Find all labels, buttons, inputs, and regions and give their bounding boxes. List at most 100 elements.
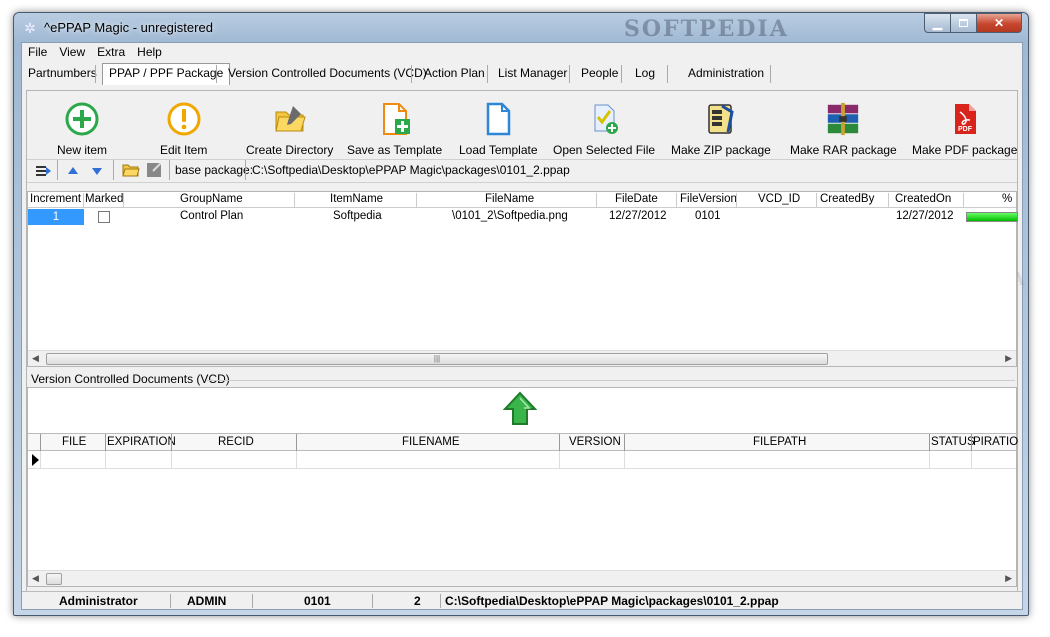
column-filepath[interactable]: FILEPATH [753, 436, 806, 448]
document-plus-icon [377, 101, 413, 137]
expand-arrow-icon[interactable] [35, 163, 53, 182]
tab-separator [569, 65, 570, 83]
column-separator [83, 193, 84, 207]
tab-action-plan[interactable]: Action Plan [418, 64, 491, 84]
edit-item-button[interactable]: Edit Item [160, 101, 207, 157]
tab-list-manager[interactable]: List Manager [492, 64, 573, 84]
column-increment[interactable]: Increment [30, 193, 81, 205]
save-disk-icon[interactable] [147, 162, 162, 180]
save-as-template-button[interactable]: Save as Template [347, 101, 442, 157]
menu-view[interactable]: View [53, 43, 91, 61]
softpedia-watermark: SOFTPEDIA [624, 16, 789, 42]
new-item-button[interactable]: New item [57, 101, 107, 157]
scroll-right-icon[interactable]: ▶ [1005, 353, 1012, 364]
vcd-section-title: Version Controlled Documents (VCD) [31, 372, 230, 386]
tab-ppap-package[interactable]: PPAP / PPF Package [102, 63, 231, 85]
make-zip-label: Make ZIP package [671, 143, 771, 157]
cell-itemname[interactable]: Softpedia [333, 210, 382, 222]
column-filename-vcd[interactable]: FILENAME [402, 436, 460, 448]
load-template-button[interactable]: Load Template [459, 101, 538, 157]
column-separator [559, 434, 560, 451]
cell-separator [296, 451, 297, 469]
scroll-thumb[interactable]: ||| [46, 353, 828, 365]
strip-separator [113, 160, 114, 180]
cell-increment[interactable]: 1 [28, 209, 84, 225]
vcd-new-row[interactable] [28, 451, 1016, 469]
status-separator [440, 594, 441, 608]
title-bar[interactable]: ✲ ^ePPAP Magic - unregistered SOFTPEDIA … [14, 13, 1028, 43]
column-filedate[interactable]: FileDate [615, 193, 658, 205]
tab-separator [216, 65, 217, 83]
close-button[interactable]: ✕ [977, 13, 1022, 33]
client-area: File View Extra Help Partnumbers PPAP / … [21, 42, 1025, 610]
column-piratio[interactable]: PIRATIO [973, 436, 1018, 448]
scroll-left-icon[interactable]: ◀ [32, 573, 39, 584]
tab-separator [770, 65, 771, 83]
column-vcd-id[interactable]: VCD_ID [758, 193, 800, 205]
app-gear-icon[interactable]: ✲ [22, 20, 38, 36]
cell-filename[interactable]: \0101_2\Softpedia.png [452, 210, 568, 222]
vcd-horizontal-scrollbar[interactable]: ◀ ▶ [28, 570, 1016, 586]
column-separator [888, 193, 889, 207]
column-createdon[interactable]: CreatedOn [895, 193, 951, 205]
column-groupname[interactable]: GroupName [180, 193, 243, 205]
pdf-file-icon: PDF [947, 101, 983, 137]
column-status[interactable]: STATUS [931, 436, 975, 448]
tab-partnumbers[interactable]: Partnumbers [22, 64, 103, 84]
tab-separator [621, 65, 622, 83]
cell-separator [971, 451, 972, 469]
cell-fileversion[interactable]: 0101 [695, 210, 721, 222]
column-createdby[interactable]: CreatedBy [820, 193, 874, 205]
column-separator [963, 193, 964, 207]
make-pdf-button[interactable]: PDF Make PDF package [912, 101, 1017, 157]
column-itemname[interactable]: ItemName [330, 193, 383, 205]
make-zip-button[interactable]: Make ZIP package [671, 101, 771, 157]
menu-bar: File View Extra Help [22, 43, 1022, 61]
move-up-icon[interactable] [67, 165, 79, 179]
marked-checkbox[interactable] [98, 211, 110, 223]
items-horizontal-scrollbar[interactable]: ◀ ||| ▶ [28, 350, 1016, 366]
column-expiration[interactable]: EXPIRATION [107, 436, 176, 448]
column-percent[interactable]: % [1002, 193, 1012, 205]
tab-log[interactable]: Log [629, 64, 661, 84]
make-rar-button[interactable]: Make RAR package [790, 101, 897, 157]
move-down-icon[interactable] [91, 165, 103, 179]
column-marked[interactable]: Marked [85, 193, 123, 205]
scroll-right-icon[interactable]: ▶ [1005, 573, 1012, 584]
cell-separator [559, 451, 560, 469]
base-package-label: base package: [175, 163, 254, 177]
file-check-icon [586, 101, 622, 137]
minimize-button[interactable]: ▁ [924, 13, 951, 33]
menu-file[interactable]: File [22, 43, 53, 61]
cell-separator [624, 451, 625, 469]
maximize-button[interactable] [951, 13, 977, 33]
cell-createdon[interactable]: 12/27/2012 [896, 210, 954, 222]
toolbar: New item Edit Item Create Directory Save… [27, 91, 1017, 157]
column-filename[interactable]: FileName [485, 193, 534, 205]
table-row[interactable]: 1 Control Plan Softpedia \0101_2\Softped… [28, 209, 1018, 226]
column-recid[interactable]: RECID [218, 436, 254, 448]
items-grid-header: Increment Marked GroupName ItemName File… [28, 192, 1016, 208]
column-separator [676, 193, 677, 207]
cell-groupname[interactable]: Control Plan [180, 210, 243, 222]
open-folder-icon[interactable] [122, 162, 140, 181]
tab-people[interactable]: People [575, 64, 624, 84]
tab-administration[interactable]: Administration [682, 64, 770, 84]
column-separator [40, 434, 41, 451]
new-item-label: New item [57, 143, 108, 157]
column-version[interactable]: VERSION [569, 436, 621, 448]
column-fileversion[interactable]: FileVersion [680, 193, 737, 205]
open-selected-file-button[interactable]: Open Selected File [553, 101, 655, 157]
green-up-arrow-icon[interactable] [502, 391, 538, 427]
tab-vcd[interactable]: Version Controlled Documents (VCD) [222, 64, 433, 84]
menu-extra[interactable]: Extra [91, 43, 131, 61]
cell-filedate[interactable]: 12/27/2012 [609, 210, 667, 222]
scroll-thumb[interactable] [46, 573, 62, 585]
create-directory-button[interactable]: Create Directory [246, 101, 333, 157]
strip-separator [169, 160, 170, 180]
menu-help[interactable]: Help [131, 43, 168, 61]
scroll-left-icon[interactable]: ◀ [32, 353, 39, 364]
close-icon: ✕ [993, 16, 1005, 30]
column-file[interactable]: FILE [62, 436, 86, 448]
app-window: ✲ ^ePPAP Magic - unregistered SOFTPEDIA … [13, 12, 1029, 616]
